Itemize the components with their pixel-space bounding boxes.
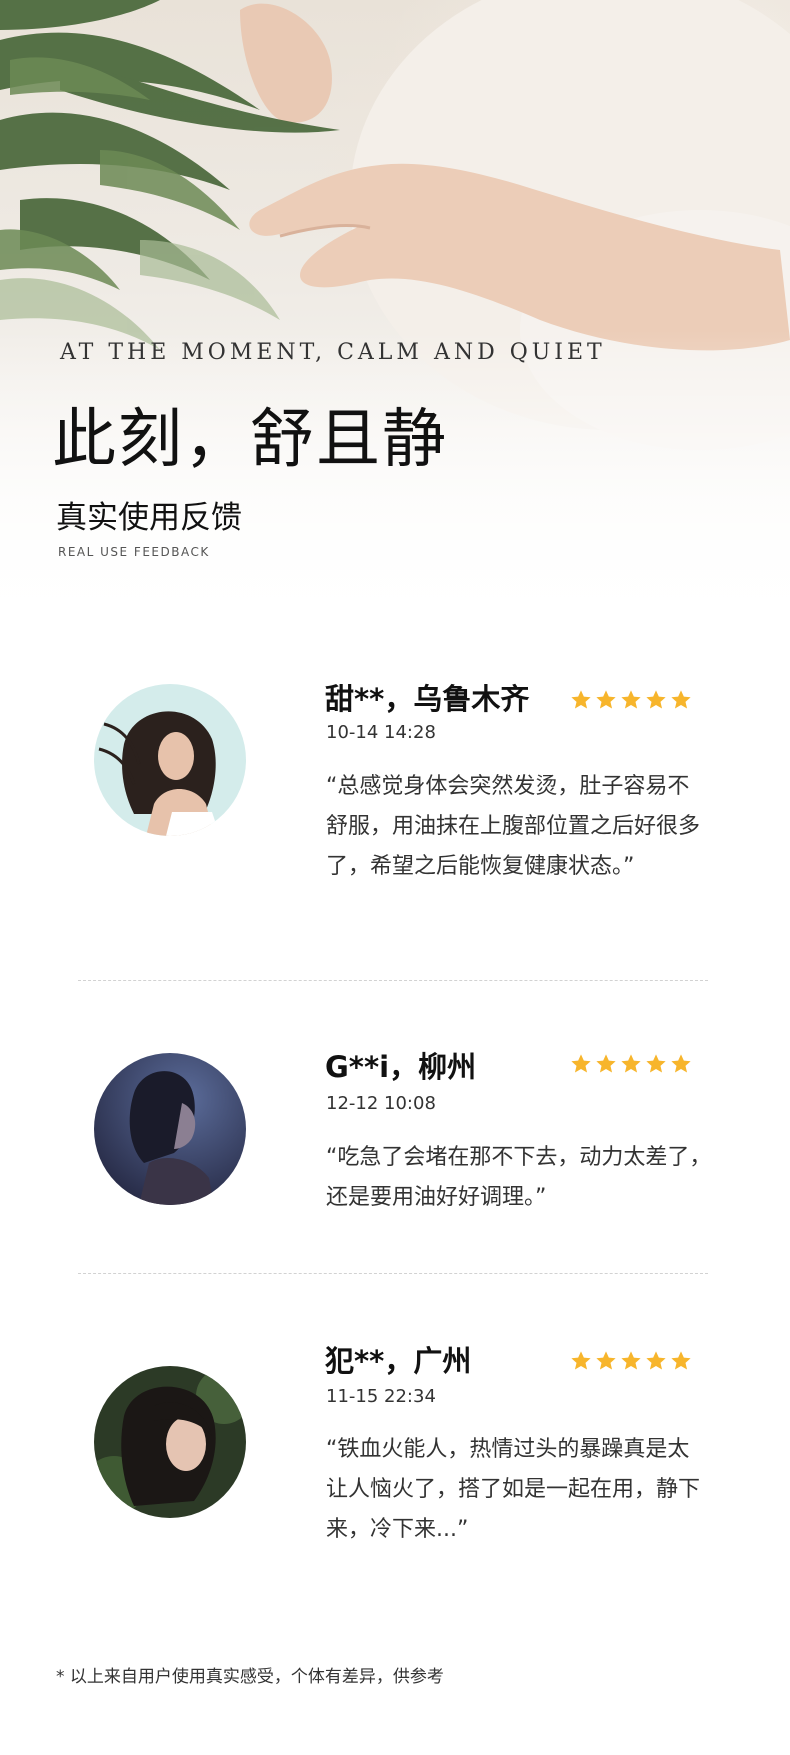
avatar	[94, 1366, 246, 1518]
star-icon	[571, 1351, 591, 1370]
hero-banner: AT THE MOMENT, CALM AND QUIET 此刻，舒且静 真实使…	[0, 0, 790, 640]
star-icon	[646, 1351, 666, 1370]
review-date: 12-12 10:08	[326, 1093, 436, 1114]
star-icon	[596, 690, 616, 709]
star-icon	[646, 1054, 666, 1073]
star-icon	[646, 690, 666, 709]
review-date: 11-15 22:34	[326, 1386, 436, 1407]
reviewer-name: 甜**，乌鲁木齐	[325, 682, 530, 716]
disclaimer-footnote: * 以上来自用户使用真实感受，个体有差异，供参考	[56, 1667, 444, 1687]
star-icon	[621, 690, 641, 709]
hero-fade	[0, 330, 790, 640]
star-rating	[570, 1053, 692, 1075]
star-rating	[570, 1350, 692, 1372]
page-title: 此刻，舒且静	[52, 403, 448, 477]
star-icon	[596, 1054, 616, 1073]
reviewer-name: 犯**，广州	[325, 1344, 472, 1378]
review-date: 10-14 14:28	[326, 722, 436, 743]
review-quote: “铁血火能人，热情过头的暴躁真是太让人恼火了，搭了如是一起在用，静下来，冷下来.…	[326, 1437, 701, 1542]
star-icon	[671, 1054, 691, 1073]
star-icon	[621, 1351, 641, 1370]
star-icon	[596, 1351, 616, 1370]
review-quote: “总感觉身体会突然发烫，肚子容易不舒服，用油抹在上腹部位置之后好很多了，希望之后…	[326, 774, 701, 879]
section-subtitle: 真实使用反馈	[56, 500, 242, 536]
star-icon	[671, 1351, 691, 1370]
reviewer-name: G**i，柳州	[325, 1050, 477, 1084]
star-icon	[671, 690, 691, 709]
avatar	[94, 684, 246, 836]
divider	[78, 1273, 708, 1274]
section-subtitle-english: REAL USE FEEDBACK	[58, 545, 210, 559]
star-icon	[571, 690, 591, 709]
review-quote: “吃急了会堵在那不下去，动力太差了，还是要用油好好调理。”	[326, 1145, 712, 1210]
star-rating	[570, 689, 692, 711]
hero-english-heading: AT THE MOMENT, CALM AND QUIET	[60, 340, 606, 365]
divider	[78, 980, 708, 981]
star-icon	[621, 1054, 641, 1073]
star-icon	[571, 1054, 591, 1073]
avatar	[94, 1053, 246, 1205]
